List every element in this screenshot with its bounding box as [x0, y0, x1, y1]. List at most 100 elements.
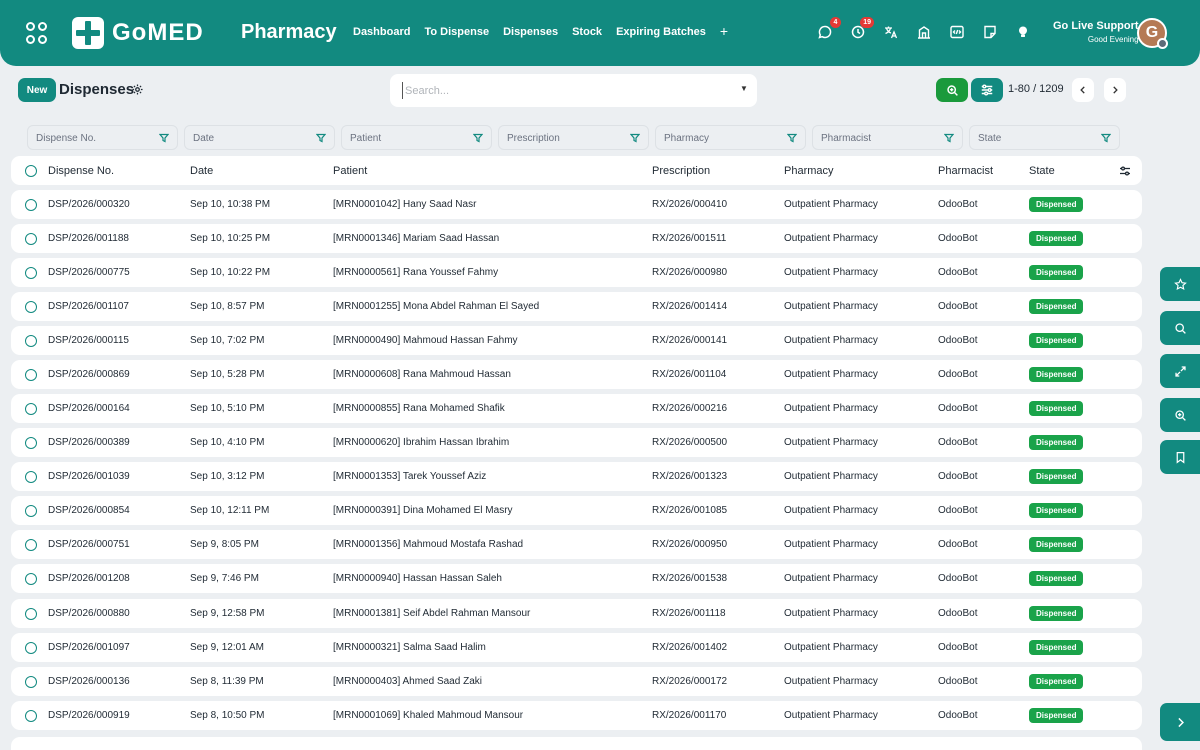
- table-row[interactable]: DSP/2026/001208 Sep 9, 7:46 PM [MRN0000940…: [11, 564, 1142, 593]
- cell-dispense-no: DSP/2026/000136: [48, 676, 130, 687]
- table-row[interactable]: DSP/2026/000854 Sep 10, 12:11 PM [MRN00003…: [11, 496, 1142, 525]
- pager-previous-button[interactable]: [1072, 78, 1094, 102]
- user-avatar[interactable]: G: [1137, 18, 1168, 49]
- filter-pharmacy[interactable]: Pharmacy: [655, 125, 806, 150]
- row-checkbox[interactable]: [25, 403, 37, 415]
- row-checkbox[interactable]: [25, 573, 37, 585]
- gear-icon[interactable]: [131, 83, 144, 96]
- table-row[interactable]: DSP/2026/000775 Sep 10, 10:22 PM [MRN00005…: [11, 258, 1142, 287]
- expand-panel-button[interactable]: [1160, 703, 1200, 741]
- filter-dispense-no[interactable]: Dispense No.: [27, 125, 178, 150]
- table-row[interactable]: DSP/2026/000869 Sep 10, 5:28 PM [MRN000060…: [11, 360, 1142, 389]
- row-checkbox[interactable]: [25, 335, 37, 347]
- search-input[interactable]: [402, 82, 732, 99]
- table-row[interactable]: DSP/2026/000751 Sep 9, 8:05 PM [MRN0001356…: [11, 530, 1142, 559]
- pager-value[interactable]: 1-80 / 1209: [1008, 83, 1064, 95]
- filter-label: Patient: [350, 133, 382, 144]
- table-row[interactable]: DSP/2026/000389 Sep 10, 4:10 PM [MRN000062…: [11, 428, 1142, 457]
- code-debug-icon[interactable]: [949, 24, 965, 40]
- table-row[interactable]: DSP/2026/001039 Sep 10, 3:12 PM [MRN000135…: [11, 462, 1142, 491]
- cell-patient: [MRN0001042] Hany Saad Nasr: [333, 199, 477, 210]
- row-checkbox[interactable]: [25, 437, 37, 449]
- cell-prescription: RX/2026/000410: [652, 199, 728, 210]
- column-header-patient[interactable]: Patient: [333, 165, 367, 177]
- table-row[interactable]: DSP/2026/001107 Sep 10, 8:57 PM [MRN000125…: [11, 292, 1142, 321]
- row-checkbox[interactable]: [25, 676, 37, 688]
- cell-pharmacist: OdooBot: [938, 608, 978, 619]
- funnel-icon: [787, 133, 797, 143]
- column-header-pharmacist[interactable]: Pharmacist: [938, 165, 993, 177]
- note-icon[interactable]: [982, 24, 998, 40]
- column-header-prescription[interactable]: Prescription: [652, 165, 710, 177]
- menu-dashboard[interactable]: Dashboard: [353, 26, 410, 39]
- translate-icon[interactable]: [883, 24, 899, 40]
- table-row[interactable]: DSP/2026/001097 Sep 9, 12:01 AM [MRN000032…: [11, 633, 1142, 662]
- cell-prescription: RX/2026/001538: [652, 573, 728, 584]
- menu-stock[interactable]: Stock: [572, 26, 602, 39]
- column-header-dispense-no[interactable]: Dispense No.: [48, 165, 114, 177]
- top-navbar: GoMED Pharmacy Dashboard To Dispense Dis…: [0, 0, 1200, 66]
- cell-pharmacy: Outpatient Pharmacy: [784, 539, 878, 550]
- zoom-search-button[interactable]: [1160, 398, 1200, 432]
- table-row-partial[interactable]: [11, 737, 1142, 750]
- expand-view-button[interactable]: [1160, 354, 1200, 388]
- logo-text: GoMED: [112, 19, 204, 46]
- row-checkbox[interactable]: [25, 710, 37, 722]
- app-title[interactable]: Pharmacy: [241, 21, 337, 44]
- search-button[interactable]: [936, 78, 968, 102]
- select-all-checkbox[interactable]: [25, 165, 37, 177]
- filter-patient[interactable]: Patient: [341, 125, 492, 150]
- status-badge: Dispensed: [1029, 640, 1084, 655]
- search-options-caret-icon[interactable]: ▼: [740, 84, 748, 93]
- column-header-date[interactable]: Date: [190, 165, 213, 177]
- cell-patient: [MRN0001356] Mahmoud Mostafa Rashad: [333, 539, 524, 550]
- row-checkbox[interactable]: [25, 608, 37, 620]
- table-row[interactable]: DSP/2026/001188 Sep 10, 10:25 PM [MRN00013…: [11, 224, 1142, 253]
- menu-add-button[interactable]: +: [720, 23, 728, 39]
- row-checkbox[interactable]: [25, 199, 37, 211]
- activities-clock-icon[interactable]: 19: [850, 17, 874, 40]
- filter-pharmacist[interactable]: Pharmacist: [812, 125, 963, 150]
- row-checkbox[interactable]: [25, 471, 37, 483]
- table-row[interactable]: DSP/2026/000880 Sep 9, 12:58 PM [MRN000138…: [11, 599, 1142, 628]
- menu-dispenses[interactable]: Dispenses: [503, 26, 558, 39]
- menu-to-dispense[interactable]: To Dispense: [424, 26, 489, 39]
- table-row[interactable]: DSP/2026/000115 Sep 10, 7:02 PM [MRN000049…: [11, 326, 1142, 355]
- menu-expiring-batches[interactable]: Expiring Batches: [616, 26, 706, 39]
- row-checkbox[interactable]: [25, 267, 37, 279]
- messages-icon[interactable]: 4: [817, 17, 841, 40]
- filter-state[interactable]: State: [969, 125, 1120, 150]
- quick-search-button[interactable]: [1160, 311, 1200, 345]
- row-checkbox[interactable]: [25, 301, 37, 313]
- filter-label: State: [978, 133, 1002, 144]
- row-checkbox[interactable]: [25, 642, 37, 654]
- row-checkbox[interactable]: [25, 369, 37, 381]
- cell-pharmacist: OdooBot: [938, 369, 978, 380]
- bookmark-button[interactable]: [1160, 440, 1200, 474]
- support-info[interactable]: Go Live Support Good Evening: [1053, 20, 1139, 44]
- table-row[interactable]: DSP/2026/000919 Sep 8, 10:50 PM [MRN000106…: [11, 701, 1142, 730]
- filter-prescription[interactable]: Prescription: [498, 125, 649, 150]
- row-checkbox[interactable]: [25, 505, 37, 517]
- status-badge: Dispensed: [1029, 299, 1084, 314]
- apps-menu-icon[interactable]: [26, 22, 48, 44]
- company-building-icon[interactable]: [916, 24, 932, 40]
- filters-toggle-button[interactable]: [971, 78, 1003, 102]
- cell-dispense-no: DSP/2026/001107: [48, 301, 129, 312]
- row-checkbox[interactable]: [25, 233, 37, 245]
- favorite-star-button[interactable]: [1160, 267, 1200, 301]
- new-button[interactable]: New: [18, 78, 56, 102]
- filter-date[interactable]: Date: [184, 125, 335, 150]
- column-header-pharmacy[interactable]: Pharmacy: [784, 165, 834, 177]
- logo[interactable]: GoMED: [72, 17, 204, 49]
- table-row[interactable]: DSP/2026/000136 Sep 8, 11:39 PM [MRN000040…: [11, 667, 1142, 696]
- cell-patient: [MRN0000620] Ibrahim Hassan Ibrahim: [333, 437, 510, 448]
- lightbulb-icon[interactable]: [1015, 24, 1031, 40]
- column-header-state[interactable]: State: [1029, 165, 1055, 177]
- table-row[interactable]: DSP/2026/000320 Sep 10, 10:38 PM [MRN00010…: [11, 190, 1142, 219]
- optional-columns-icon[interactable]: [1119, 165, 1131, 177]
- avatar-letter: G: [1145, 24, 1159, 41]
- pager-next-button[interactable]: [1104, 78, 1126, 102]
- table-row[interactable]: DSP/2026/000164 Sep 10, 5:10 PM [MRN000085…: [11, 394, 1142, 423]
- row-checkbox[interactable]: [25, 539, 37, 551]
